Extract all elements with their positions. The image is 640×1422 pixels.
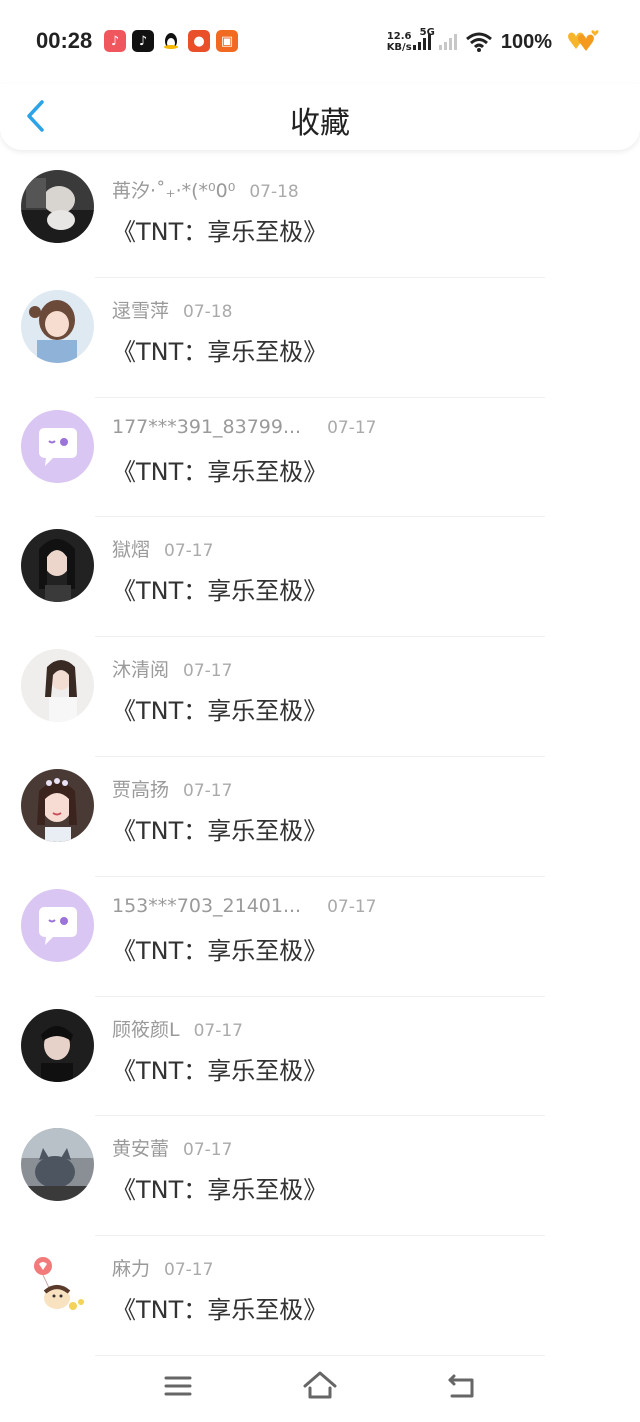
- username: 麻力: [112, 1258, 151, 1281]
- system-nav-bar: [0, 1352, 640, 1422]
- network-type: 5G: [419, 26, 435, 38]
- username: 苒汐·˚₊‧*(*⁰0⁰: [112, 180, 236, 202]
- avatar[interactable]: [21, 1008, 94, 1082]
- date: 07-17: [164, 1260, 214, 1281]
- list-item[interactable]: 獄熠 07-17 《TNT：享乐至极》: [0, 517, 640, 638]
- top-nav-bar: 收藏: [0, 84, 640, 150]
- page-title: 收藏: [290, 106, 350, 141]
- wifi-icon: [465, 32, 492, 52]
- hearts-icon: [568, 30, 599, 51]
- tiktok-icon: ♪: [132, 30, 154, 52]
- favorite-title[interactable]: 《TNT：享乐至极》: [112, 1290, 327, 1325]
- username: 贾高扬: [112, 778, 170, 801]
- status-time: 00:28: [36, 28, 93, 53]
- favorite-title[interactable]: 《TNT：享乐至极》: [112, 1170, 327, 1205]
- date: 07-17: [183, 1140, 233, 1161]
- favorite-title[interactable]: 《TNT：享乐至极》: [112, 332, 327, 367]
- app-grid-icon: ▣: [216, 30, 238, 52]
- menu-icon[interactable]: [158, 1366, 198, 1406]
- username: 黄安蕾: [112, 1138, 170, 1161]
- list-item[interactable]: 黄安蕾 07-17 《TNT：享乐至极》: [0, 1116, 640, 1237]
- battery-level: 100%: [500, 30, 552, 53]
- username: 177***391_83799...: [112, 415, 302, 438]
- avatar[interactable]: [21, 289, 94, 363]
- notification-icons: ♪ ♪ ● ▣: [104, 30, 238, 52]
- return-icon[interactable]: [442, 1366, 482, 1406]
- date: 07-18: [249, 182, 299, 202]
- favorite-title[interactable]: 《TNT：享乐至极》: [112, 931, 327, 966]
- avatar[interactable]: [21, 649, 94, 723]
- list-item[interactable]: 逯雪萍 07-18 《TNT：享乐至极》: [0, 278, 640, 398]
- username: 顾筱颜L: [112, 1018, 180, 1041]
- username: 獄熠: [112, 539, 151, 562]
- list-item[interactable]: 177***391_83799... 07-17 《TNT：享乐至极》: [0, 398, 640, 518]
- favorite-title[interactable]: 《TNT：享乐至极》: [112, 571, 327, 606]
- avatar[interactable]: [21, 768, 94, 842]
- avatar[interactable]: [21, 1128, 94, 1202]
- date: 07-17: [327, 417, 377, 438]
- username: 逯雪萍: [112, 299, 170, 322]
- list-item[interactable]: 153***703_21401... 07-17 《TNT：享乐至极》: [0, 877, 640, 997]
- music-app-icon: ♪: [104, 30, 126, 52]
- status-bar: 00:28 ♪ ♪ ● ▣ 12.6 KB/s 5G 100%: [0, 0, 640, 84]
- pumpkin-app-icon: ●: [188, 30, 210, 52]
- username: 沐清阅: [112, 659, 170, 682]
- date: 07-18: [183, 301, 233, 322]
- avatar[interactable]: [21, 170, 94, 243]
- avatar[interactable]: [21, 529, 94, 603]
- list-item[interactable]: 贾高扬 07-17 《TNT：享乐至极》: [0, 757, 640, 877]
- date: 07-17: [193, 1020, 243, 1041]
- favorites-list: 苒汐·˚₊‧*(*⁰0⁰ 07-18 《TNT：享乐至极》 逯雪萍 07-18 《T…: [0, 158, 640, 1356]
- favorite-title[interactable]: 《TNT：享乐至极》: [112, 1051, 327, 1086]
- date: 07-17: [183, 780, 233, 801]
- favorite-title[interactable]: 《TNT：享乐至极》: [112, 212, 327, 247]
- username: 153***703_21401...: [112, 894, 302, 917]
- status-right: 12.6 KB/s 5G 100%: [387, 24, 604, 60]
- avatar[interactable]: [21, 1248, 94, 1322]
- date: 07-17: [327, 896, 377, 917]
- default-avatar-icon[interactable]: [21, 888, 94, 962]
- list-item[interactable]: 苒汐·˚₊‧*(*⁰0⁰ 07-18 《TNT：享乐至极》: [0, 158, 640, 278]
- default-avatar-icon[interactable]: [21, 409, 94, 483]
- network-speed: 12.6 KB/s: [386, 31, 412, 53]
- date: 07-17: [164, 541, 214, 562]
- date: 07-17: [183, 661, 233, 682]
- qq-penguin-icon: [160, 30, 182, 52]
- favorite-title[interactable]: 《TNT：享乐至极》: [112, 452, 327, 487]
- list-item[interactable]: 顾筱颜L 07-17 《TNT：享乐至极》: [0, 997, 640, 1117]
- favorite-title[interactable]: 《TNT：享乐至极》: [112, 811, 327, 846]
- list-item[interactable]: 麻力 07-17 《TNT：享乐至极》: [0, 1236, 640, 1356]
- home-icon[interactable]: [300, 1366, 340, 1406]
- favorite-title[interactable]: 《TNT：享乐至极》: [112, 691, 327, 726]
- signal-secondary-icon: [438, 34, 457, 50]
- list-item[interactable]: 沐清阅 07-17 《TNT：享乐至极》: [0, 637, 640, 757]
